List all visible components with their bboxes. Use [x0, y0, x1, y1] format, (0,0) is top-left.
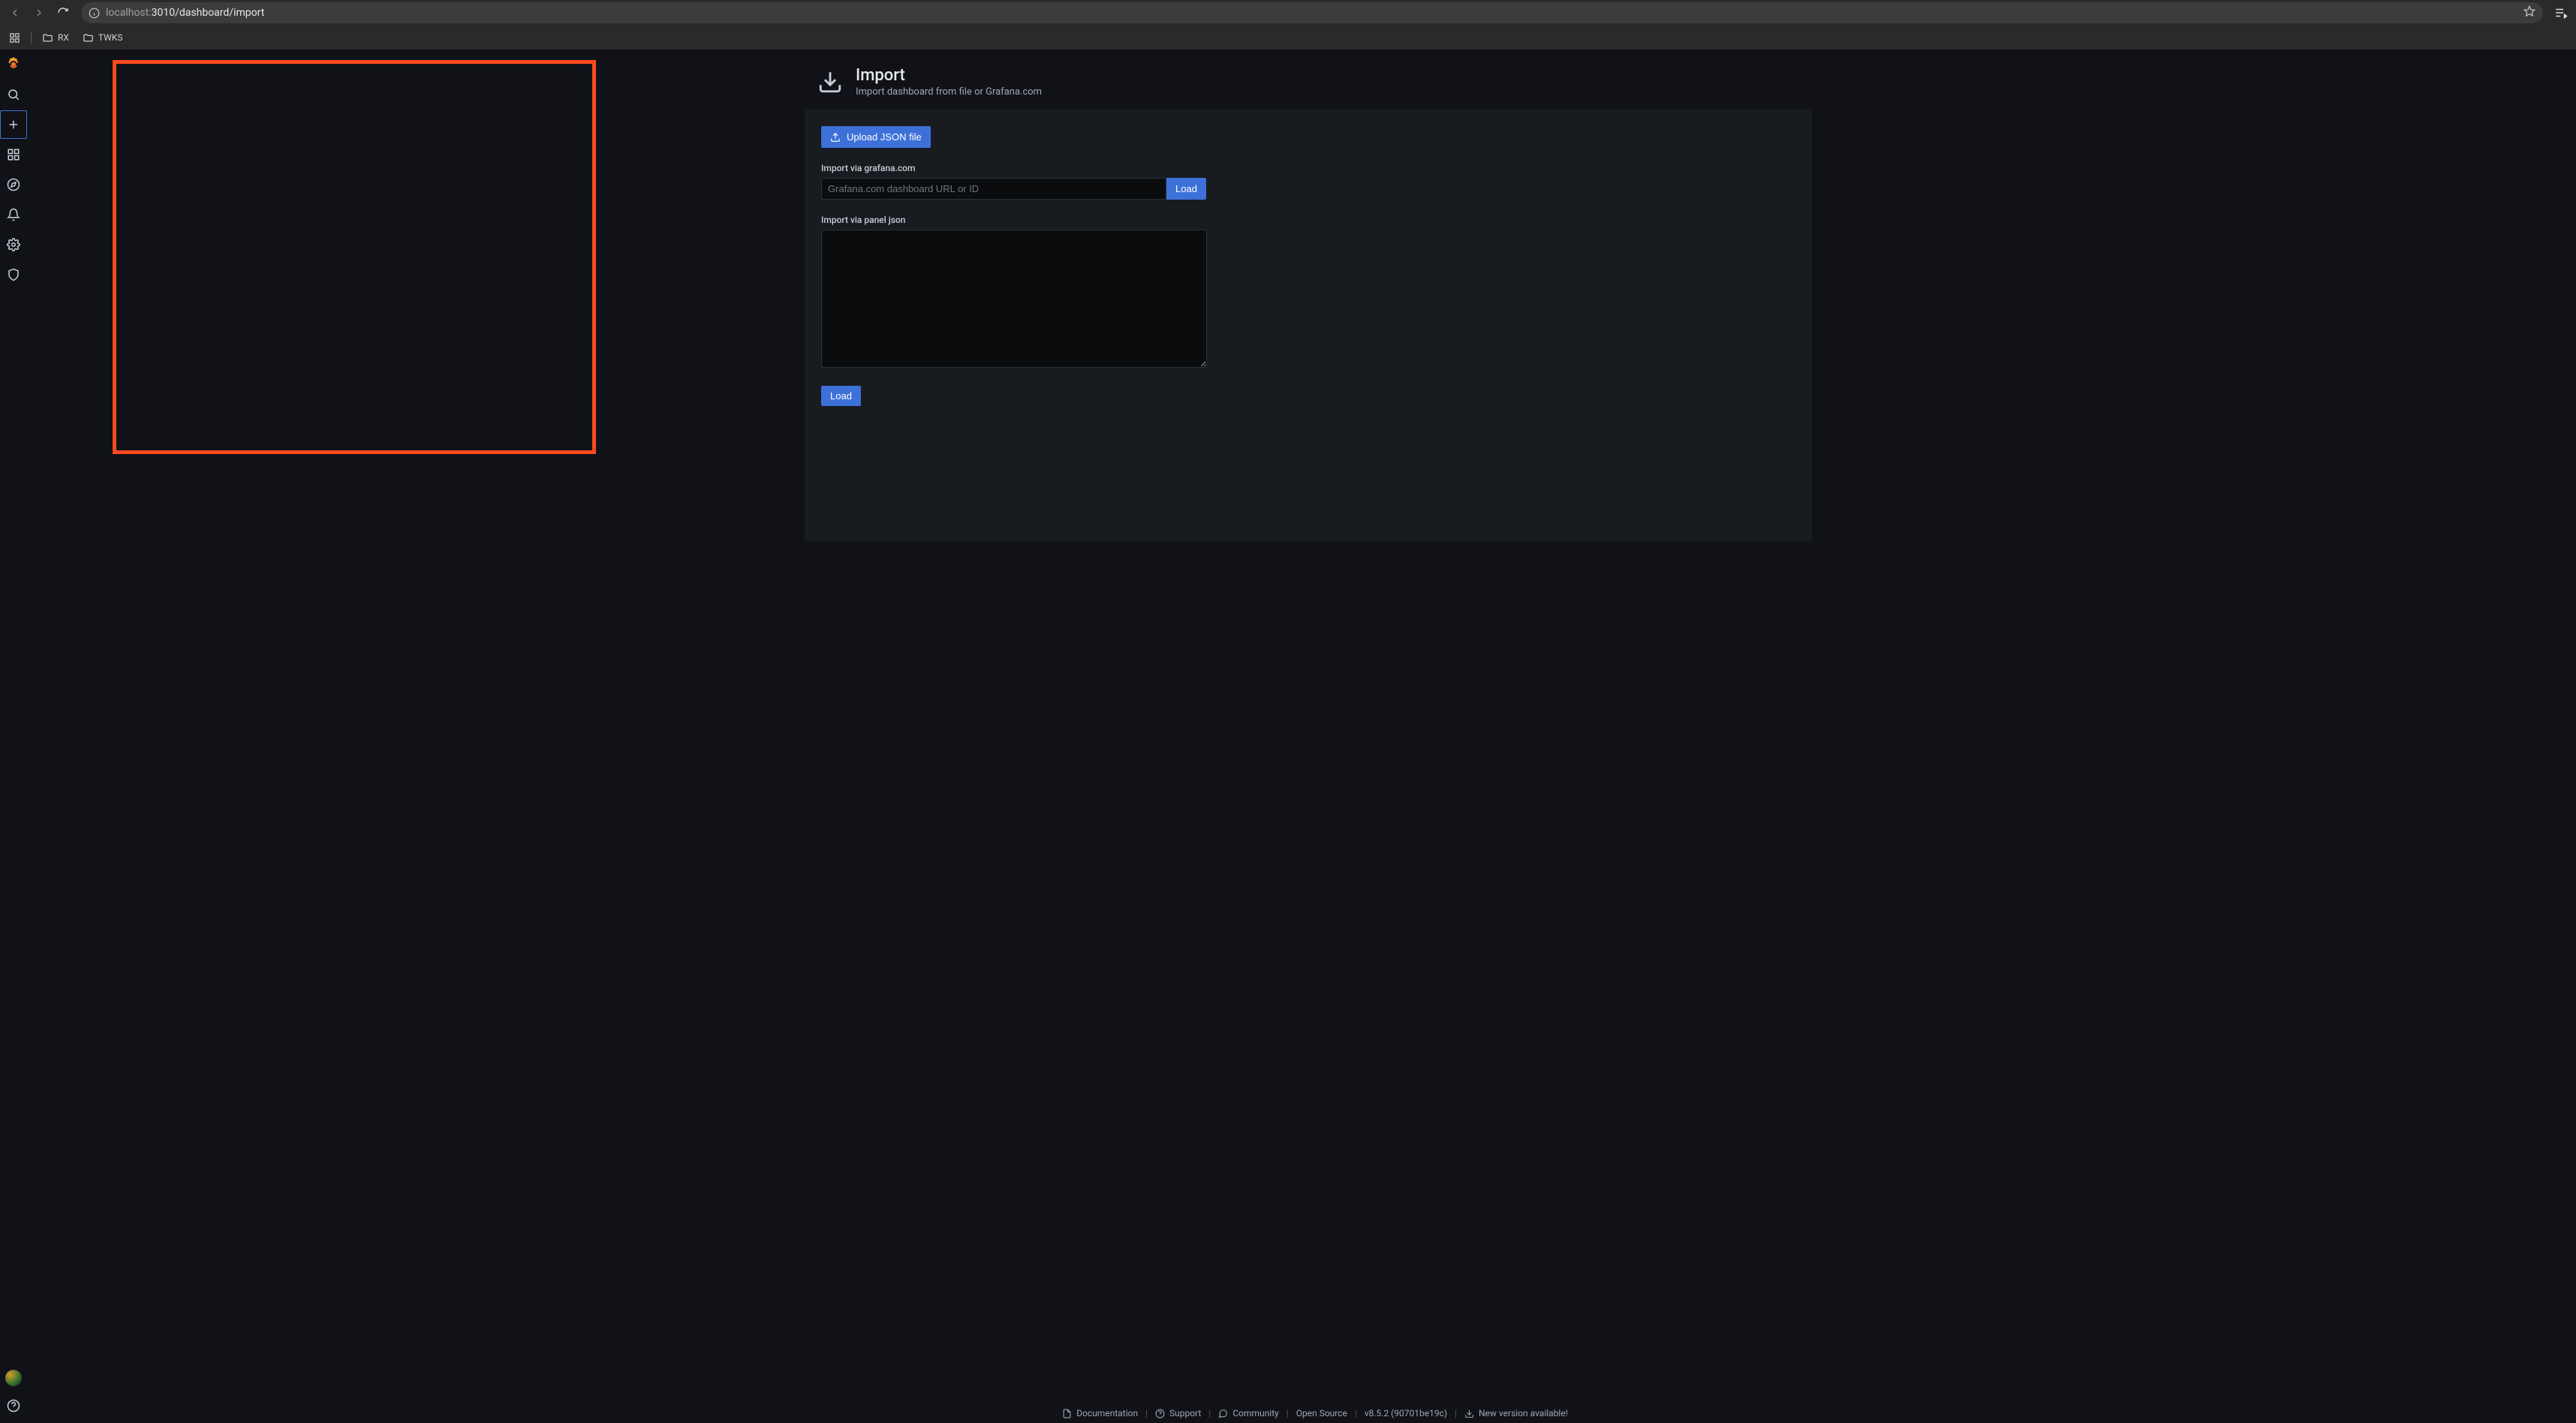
main-content: Import Import dashboard from file or Gra… [27, 50, 2576, 1423]
page-header: Import Import dashboard from file or Gra… [791, 50, 1812, 110]
footer-community[interactable]: Community [1218, 1408, 1278, 1418]
browser-chrome: localhost:3010/dashboard/import RX TWKS [0, 0, 2576, 50]
bookmarks-bar: RX TWKS [0, 26, 2576, 50]
browser-toolbar: localhost:3010/dashboard/import [0, 0, 2576, 26]
footer: Documentation | Support | Community | Op… [54, 1408, 2576, 1418]
load-label: Load [830, 390, 852, 402]
grafana-com-label: Import via grafana.com [821, 163, 1795, 173]
sidebar-configuration[interactable] [0, 230, 27, 260]
sidebar-admin[interactable] [0, 260, 27, 290]
footer-documentation[interactable]: Documentation [1062, 1408, 1138, 1418]
footer-new-version[interactable]: New version available! [1464, 1408, 1568, 1418]
bookmark-rx[interactable]: RX [39, 31, 72, 45]
media-control-icon[interactable] [2550, 2, 2571, 23]
bookmark-twks[interactable]: TWKS [80, 31, 126, 45]
site-info-icon[interactable] [89, 8, 100, 19]
import-icon [817, 68, 844, 95]
bookmark-star-icon[interactable] [2523, 5, 2535, 20]
bookmark-label: RX [58, 32, 69, 43]
sidebar-explore[interactable] [0, 170, 27, 200]
upload-json-label: Upload JSON file [847, 131, 922, 143]
annotation-highlight [113, 60, 596, 454]
load-json-button[interactable]: Load [821, 386, 861, 406]
page-title: Import [856, 66, 1042, 85]
sidebar-create[interactable] [0, 110, 27, 140]
reload-button[interactable] [53, 2, 74, 23]
grafana-logo[interactable] [0, 50, 27, 80]
user-avatar[interactable] [0, 1367, 27, 1388]
sidebar [0, 50, 27, 1423]
sidebar-dashboards[interactable] [0, 140, 27, 170]
upload-json-button[interactable]: Upload JSON file [821, 126, 931, 148]
app-root: Import Import dashboard from file or Gra… [0, 50, 2576, 1423]
back-button[interactable] [5, 2, 26, 23]
load-label: Load [1175, 183, 1197, 194]
url-text: localhost:3010/dashboard/import [106, 7, 264, 19]
footer-support[interactable]: Support [1155, 1408, 1201, 1418]
sidebar-search[interactable] [0, 80, 27, 110]
apps-icon[interactable] [6, 31, 23, 45]
panel-json-label: Import via panel json [821, 215, 1795, 225]
omnibox[interactable]: localhost:3010/dashboard/import [81, 2, 2543, 23]
panel-json-textarea[interactable] [821, 230, 1207, 368]
load-grafana-button[interactable]: Load [1166, 178, 1206, 200]
bookmark-label: TWKS [98, 32, 123, 43]
footer-version: v8.5.2 (90701be19c) [1365, 1408, 1447, 1418]
sidebar-alerting[interactable] [0, 200, 27, 230]
page-subtitle: Import dashboard from file or Grafana.co… [856, 86, 1042, 98]
grafana-com-input[interactable] [821, 178, 1166, 200]
forward-button[interactable] [29, 2, 50, 23]
import-panel: Upload JSON file Import via grafana.com … [805, 110, 1812, 541]
footer-open-source[interactable]: Open Source [1296, 1408, 1347, 1418]
divider [31, 32, 32, 44]
sidebar-help[interactable] [0, 1393, 27, 1418]
